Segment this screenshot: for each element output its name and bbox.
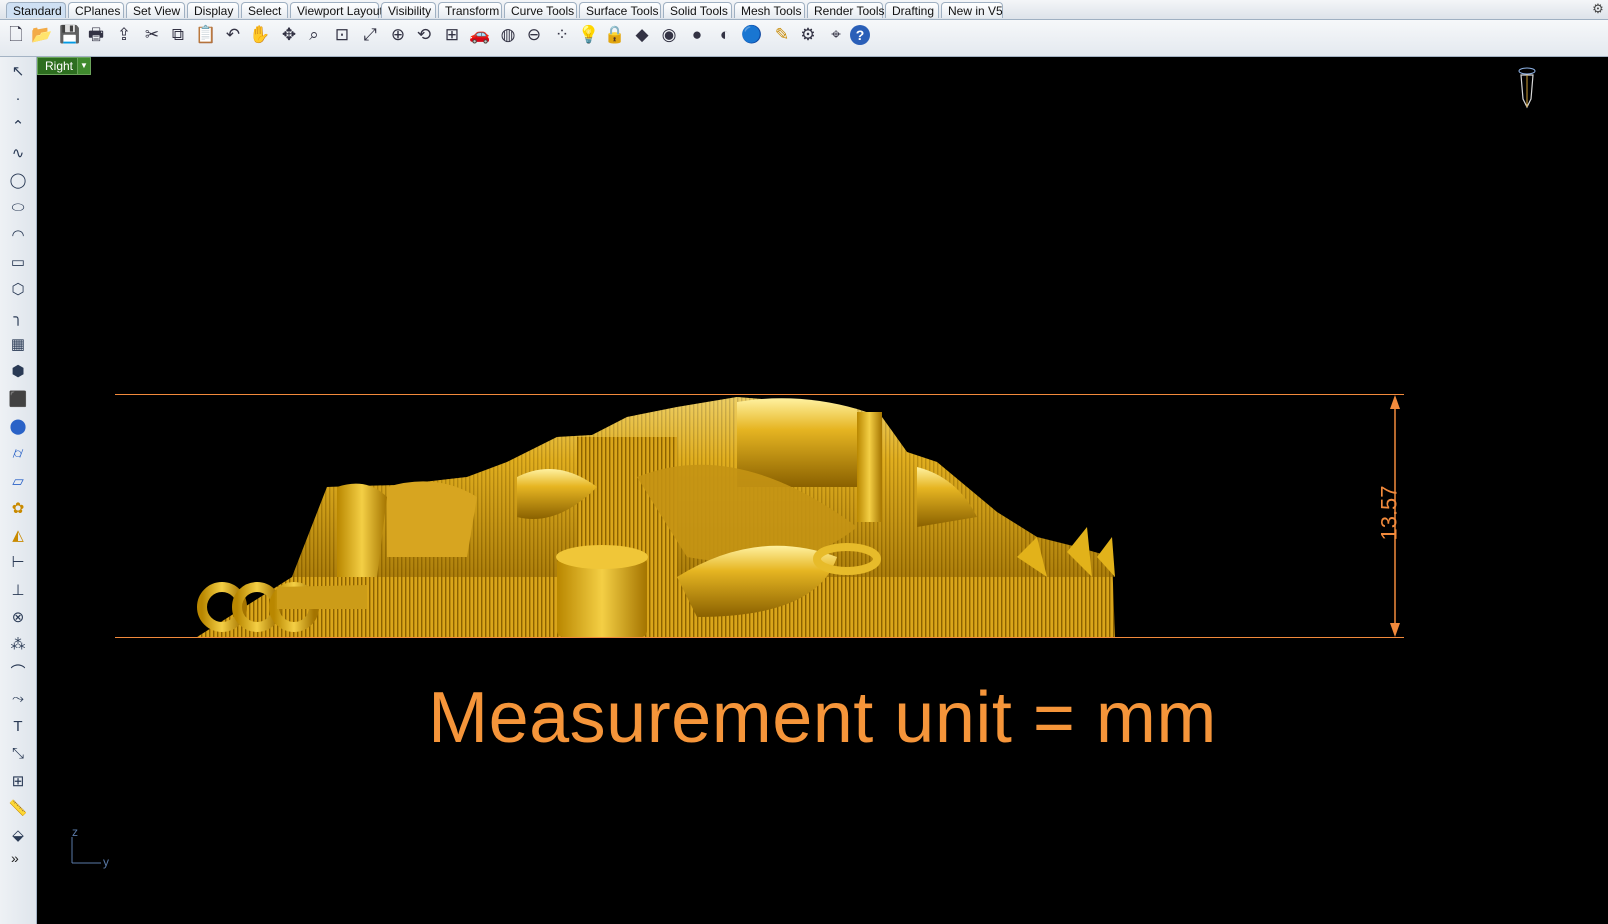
dimension-tool-icon[interactable]: ⊢ bbox=[6, 550, 30, 574]
cube-icon[interactable]: ⬙ bbox=[6, 823, 30, 847]
solid-union-icon[interactable]: ⬤ bbox=[6, 414, 30, 438]
axis-y-label: y bbox=[103, 855, 109, 869]
rotate-view-2-icon[interactable]: ⟲ bbox=[412, 23, 436, 47]
color-wheel-icon[interactable]: ◉ bbox=[657, 23, 681, 47]
select-points-icon[interactable]: ⁘ bbox=[550, 23, 574, 47]
standard-toolbar: 🗋 📂 💾 🖶 ⇪ ✂ ⧉ 📋 ↶ ✋ ✥ ⌕ ⊡ ⤢ ⊕ ⟲ ⊞ 🚗 ◍ ⊖ ⁘ 💡 🔒 ◆ ◉ ● ◐ 🔵 ✎ ⚙ ⌖? bbox=[0, 20, 1608, 57]
gear-icon[interactable]: ⚙ bbox=[796, 23, 820, 47]
model-scene bbox=[71, 67, 1536, 864]
lock-toggle-icon[interactable]: ⊖ bbox=[522, 23, 546, 47]
gold-jewelry-model bbox=[197, 397, 1115, 637]
tab-transform[interactable]: Transform bbox=[438, 2, 502, 18]
paste-icon[interactable]: 📋 bbox=[194, 23, 218, 47]
tab-drafting[interactable]: Drafting bbox=[885, 2, 939, 18]
tab-options-icon[interactable]: ⚙ bbox=[1590, 1, 1606, 17]
extrude-icon[interactable]: ⬢ bbox=[6, 359, 30, 383]
dimension-value: 13.57 bbox=[1376, 485, 1402, 541]
hide-objects-icon[interactable]: ◍ bbox=[496, 23, 520, 47]
polygon-icon[interactable]: ⬡ bbox=[6, 277, 30, 301]
tab-viewport-layout[interactable]: Viewport Layout bbox=[290, 2, 383, 18]
new-document-icon[interactable]: 🗋 bbox=[4, 23, 28, 47]
shaded-sphere-icon[interactable]: ● bbox=[685, 23, 709, 47]
rendered-sphere-icon[interactable]: ◐ bbox=[713, 23, 737, 47]
dimension-icon[interactable]: ⌖ bbox=[824, 23, 848, 47]
box-icon[interactable]: ⬛ bbox=[6, 387, 30, 411]
toolbar-tab-strip: ⚙ Standard CPlanes Set View Display Select Vi… bbox=[0, 0, 1608, 20]
more-tools-icon[interactable]: » bbox=[11, 850, 19, 866]
zoom-dynamic-icon[interactable]: ⌕ bbox=[302, 23, 326, 47]
text-icon[interactable]: T bbox=[6, 714, 30, 738]
right-viewport[interactable]: Right ▼ 13.57 z y Measurement unit = mm bbox=[37, 57, 1608, 924]
measurement-caption: Measurement unit = mm bbox=[428, 678, 1217, 758]
boolean-icon[interactable]: ⊗ bbox=[6, 605, 30, 629]
main-sidebar-toolbar: » ↖ · ⌃ ∿ ◯ ⬭ ◠ ▭ ⬡ ╮ ▦ ⬢ ⬛ ⬤ ⌭ ▱ ✿ ◭ ⊢ ⊥ ⊗ ⁂ ⌒ ⤳ T ⤡ ⊞ 📏 ⬙ bbox=[0, 57, 37, 924]
copy-icon[interactable]: ⧉ bbox=[166, 23, 190, 47]
fillet-curve-icon[interactable]: ╮ bbox=[6, 305, 30, 329]
tab-render-tools[interactable]: Render Tools bbox=[807, 2, 885, 18]
select-arrow-icon[interactable]: ↖ bbox=[6, 59, 30, 83]
curve-icon[interactable]: ∿ bbox=[6, 141, 30, 165]
analyze-icon[interactable]: ◭ bbox=[6, 523, 30, 547]
tab-standard[interactable]: Standard bbox=[6, 2, 66, 18]
cut-icon[interactable]: ✂ bbox=[140, 23, 164, 47]
arc-icon[interactable]: ◠ bbox=[6, 223, 30, 247]
transform-icon[interactable]: ⤡ bbox=[6, 742, 30, 766]
tab-display[interactable]: Display bbox=[187, 2, 239, 18]
array-icon[interactable]: ⁂ bbox=[6, 632, 30, 656]
tab-cplanes[interactable]: CPlanes bbox=[68, 2, 124, 18]
zoom-window-icon[interactable]: ⊡ bbox=[330, 23, 354, 47]
axis-indicator bbox=[71, 837, 101, 864]
axis-z-label: z bbox=[72, 825, 78, 839]
pencil-icon[interactable]: ✎ bbox=[770, 23, 794, 47]
import-icon[interactable]: ⇪ bbox=[112, 23, 136, 47]
circle-icon[interactable]: ◯ bbox=[6, 168, 30, 192]
ellipse-icon[interactable]: ⬭ bbox=[6, 196, 30, 220]
tab-solid-tools[interactable]: Solid Tools bbox=[663, 2, 732, 18]
rotate-view-icon[interactable]: ✥ bbox=[277, 23, 301, 47]
tab-mesh-tools[interactable]: Mesh Tools bbox=[734, 2, 805, 18]
tab-surface-tools[interactable]: Surface Tools bbox=[579, 2, 661, 18]
rectangle-icon[interactable]: ▭ bbox=[6, 250, 30, 274]
car-icon[interactable]: 🚗 bbox=[468, 23, 492, 47]
save-icon[interactable]: 💾 bbox=[58, 23, 82, 47]
open-folder-icon[interactable]: 📂 bbox=[30, 23, 54, 47]
print-icon[interactable]: 🖶 bbox=[84, 23, 108, 47]
polyline-icon[interactable]: ⌃ bbox=[6, 114, 30, 138]
offset-curve-icon[interactable]: ⤳ bbox=[6, 687, 30, 711]
surface-icon[interactable]: ▦ bbox=[6, 332, 30, 356]
pan-hand-icon[interactable]: ✋ bbox=[248, 23, 272, 47]
tab-set-view[interactable]: Set View bbox=[126, 2, 185, 18]
ruler-icon[interactable]: 📏 bbox=[6, 796, 30, 820]
blue-sphere-icon[interactable]: 🔵 bbox=[740, 23, 764, 47]
layers-icon[interactable]: ◆ bbox=[630, 23, 654, 47]
zoom-selected-icon[interactable]: ⊕ bbox=[386, 23, 410, 47]
lightbulb-icon[interactable]: 💡 bbox=[577, 23, 601, 47]
lock-icon[interactable]: 🔒 bbox=[603, 23, 627, 47]
patch-icon[interactable]: ▱ bbox=[6, 469, 30, 493]
blend-curve-icon[interactable]: ⌒ bbox=[6, 660, 30, 684]
tab-select[interactable]: Select bbox=[241, 2, 288, 18]
zoom-extents-icon[interactable]: ⤢ bbox=[358, 23, 382, 47]
undo-icon[interactable]: ↶ bbox=[221, 23, 245, 47]
gumball-navigation-icon[interactable] bbox=[1518, 67, 1536, 109]
tab-visibility[interactable]: Visibility bbox=[381, 2, 436, 18]
tab-new-in-v5[interactable]: New in V5 bbox=[941, 2, 1003, 18]
viewport-grid-icon[interactable]: ⊞ bbox=[440, 23, 464, 47]
gear-solid-icon[interactable]: ✿ bbox=[6, 496, 30, 520]
tab-curve-tools[interactable]: Curve Tools bbox=[504, 2, 577, 18]
point-icon[interactable]: · bbox=[6, 86, 30, 110]
cylinder-icon[interactable]: ⌭ bbox=[6, 441, 30, 465]
split-icon[interactable]: ⊥ bbox=[6, 578, 30, 602]
help-icon[interactable]: ? bbox=[850, 25, 870, 45]
group-icon[interactable]: ⊞ bbox=[6, 769, 30, 793]
